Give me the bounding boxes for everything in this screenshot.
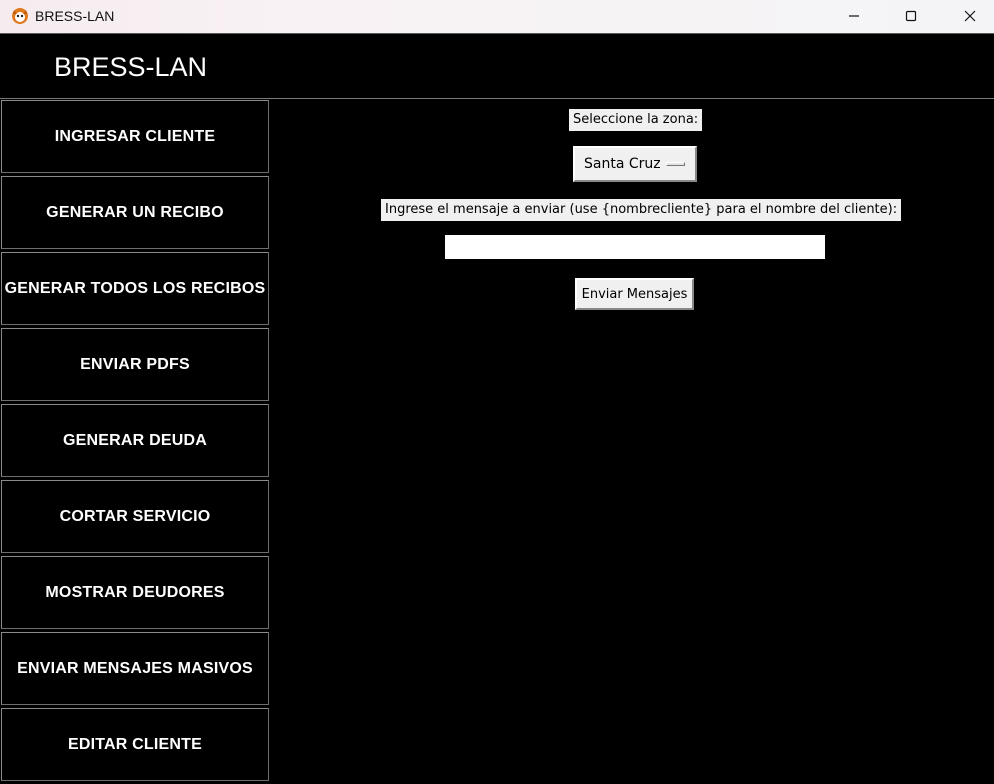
- header-bar: BRESS-LAN: [0, 33, 994, 99]
- sidebar-item-generar-un-recibo[interactable]: GENERAR UN RECIBO: [1, 176, 269, 249]
- minimize-button[interactable]: [825, 0, 883, 33]
- message-input[interactable]: [445, 235, 825, 259]
- app-window: BRESS-LAN BRESS-LAN INGRESAR CLIENTE GEN…: [0, 0, 994, 784]
- sidebar-item-ingresar-cliente[interactable]: INGRESAR CLIENTE: [1, 100, 269, 173]
- close-icon: [964, 7, 976, 26]
- window-title: BRESS-LAN: [35, 8, 115, 24]
- close-button[interactable]: [941, 0, 994, 33]
- option-menu-indicator-icon: [666, 162, 685, 166]
- sidebar: INGRESAR CLIENTE GENERAR UN RECIBO GENER…: [0, 99, 271, 784]
- sidebar-item-cortar-servicio[interactable]: CORTAR SERVICIO: [1, 480, 269, 553]
- sidebar-item-enviar-mensajes-masivos[interactable]: ENVIAR MENSAJES MASIVOS: [1, 632, 269, 705]
- minimize-icon: [848, 7, 860, 26]
- sidebar-item-mostrar-deudores[interactable]: MOSTRAR DEUDORES: [1, 556, 269, 629]
- sidebar-item-enviar-pdfs[interactable]: ENVIAR PDFS: [1, 328, 269, 401]
- zone-select[interactable]: Santa Cruz: [573, 146, 697, 182]
- zone-select-value: Santa Cruz: [584, 156, 661, 172]
- maximize-icon: [905, 7, 917, 26]
- title-bar[interactable]: BRESS-LAN: [0, 0, 994, 33]
- sidebar-item-editar-cliente[interactable]: EDITAR CLIENTE: [1, 708, 269, 781]
- fox-app-icon: [11, 7, 29, 25]
- app-brand: BRESS-LAN: [54, 52, 208, 82]
- send-messages-button[interactable]: Enviar Mensajes: [575, 278, 694, 310]
- maximize-button[interactable]: [882, 0, 940, 33]
- zone-label: Seleccione la zona:: [569, 109, 703, 131]
- sidebar-item-generar-todos-los-recibos[interactable]: GENERAR TODOS LOS RECIBOS: [1, 252, 269, 325]
- main-panel: Seleccione la zona: Santa Cruz Ingrese e…: [271, 100, 994, 784]
- sidebar-item-generar-deuda[interactable]: GENERAR DEUDA: [1, 404, 269, 477]
- message-label: Ingrese el mensaje a enviar (use {nombre…: [381, 199, 902, 221]
